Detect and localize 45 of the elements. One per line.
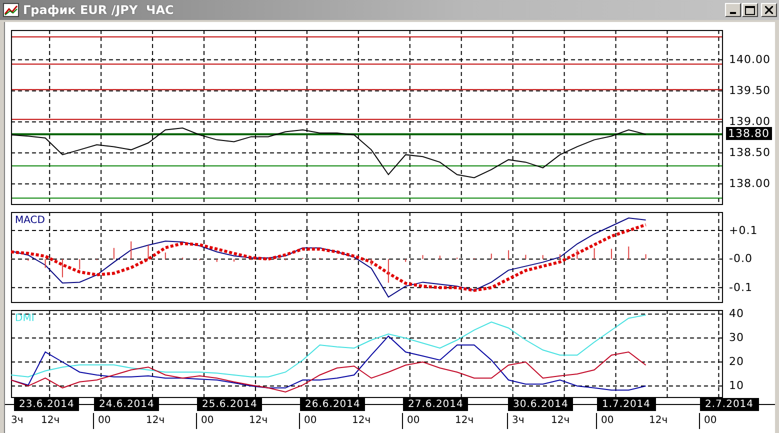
date-label: 2.7.2014 xyxy=(700,398,759,411)
chart-icon xyxy=(3,3,19,17)
hour-label: 12ч xyxy=(352,415,371,427)
minimize-button[interactable] xyxy=(725,3,741,17)
axis-label: 30 xyxy=(729,331,744,344)
hour-label: 3ч xyxy=(11,415,24,427)
hour-label: 12ч xyxy=(249,415,268,427)
axis-label: 139.50 xyxy=(729,84,770,97)
close-icon xyxy=(765,6,773,14)
maximize-icon xyxy=(745,6,755,14)
hour-label: 12ч xyxy=(41,415,60,427)
chart-title: MACD xyxy=(15,215,45,226)
hour-label: 12ч xyxy=(551,415,570,427)
date-label: 23.6.2014 xyxy=(14,398,80,411)
hour-label: 3ч xyxy=(512,415,524,427)
hour-label: 00 xyxy=(98,415,111,427)
hour-label: 00 xyxy=(601,415,614,427)
axis-label: 140.00 xyxy=(729,52,770,66)
hour-label: 12ч xyxy=(146,415,165,427)
date-label: 24.6.2014 xyxy=(94,398,160,411)
axis-label: 138.50 xyxy=(729,146,770,159)
maximize-button[interactable] xyxy=(742,3,758,17)
date-label: 1.7.2014 xyxy=(597,398,656,411)
hour-label: 12ч xyxy=(455,415,474,427)
date-label: 25.6.2014 xyxy=(197,398,262,411)
date-label: 30.6.2014 xyxy=(508,398,574,411)
axis-label: +0.1 xyxy=(729,224,758,237)
axis-label: 138.00 xyxy=(729,176,770,190)
window-title: График EUR /JPY ЧАС xyxy=(23,3,175,17)
axis-label: 10 xyxy=(729,379,744,392)
hour-label: 12ч xyxy=(649,415,668,427)
hour-label: 00 xyxy=(304,415,317,427)
price-label: 138.80 xyxy=(726,127,772,140)
hour-label: 00 xyxy=(704,415,717,427)
date-label: 26.6.2014 xyxy=(300,398,366,411)
close-button[interactable] xyxy=(761,3,777,17)
axis-label: 20 xyxy=(729,355,744,368)
axis-label: 40 xyxy=(729,307,744,320)
axis-label: -0.0 xyxy=(729,252,752,266)
axis-label: -0.1 xyxy=(729,280,752,294)
chart-title: DMI xyxy=(15,313,34,324)
date-label: 27.6.2014 xyxy=(403,398,468,411)
hour-label: 00 xyxy=(407,415,420,427)
axis-label: 139.00 xyxy=(729,114,770,128)
hour-label: 00 xyxy=(201,415,214,427)
